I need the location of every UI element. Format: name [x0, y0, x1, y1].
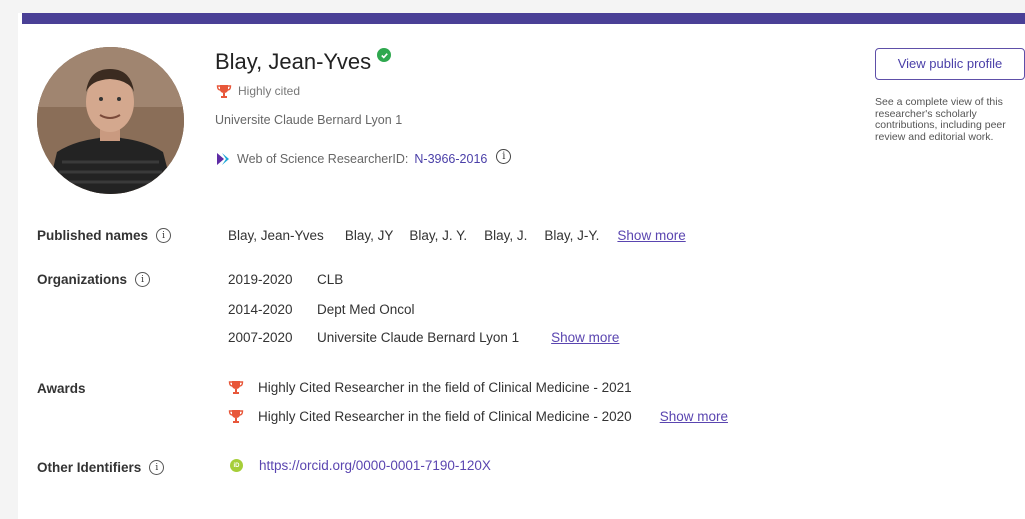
awards-label: Awards — [37, 381, 86, 396]
researcher-id-label: Web of Science ResearcherID: — [237, 152, 409, 166]
organization-item: 2007-2020 Universite Claude Bernard Lyon… — [228, 330, 619, 345]
organization-item: 2014-2020 Dept Med Oncol — [228, 302, 415, 317]
info-icon[interactable]: i — [496, 148, 512, 164]
public-profile-description: See a complete view of this researcher's… — [875, 96, 1006, 143]
web-of-science-logo — [217, 153, 229, 165]
awards-label-text: Awards — [37, 381, 86, 396]
organization-years: 2007-2020 — [228, 330, 293, 345]
published-names-label-text: Published names — [37, 228, 149, 243]
organization-name: Dept Med Oncol — [317, 302, 415, 317]
researcher-name: Blay, Jean-Yves — [215, 48, 392, 75]
info-icon[interactable]: i — [135, 272, 151, 287]
published-names-label: Published names i — [37, 228, 172, 243]
organization-years: 2014-2020 — [228, 302, 293, 317]
check-circle-icon — [377, 48, 392, 62]
other-identifiers-label: Other Identifiers i — [37, 460, 165, 475]
researcher-id-value[interactable]: N-3966-2016 — [414, 152, 487, 166]
affiliation: Universite Claude Bernard Lyon 1 — [215, 113, 403, 127]
organization-name: Universite Claude Bernard Lyon 1 — [317, 330, 520, 345]
trophy-icon — [228, 381, 244, 394]
profile-card: Blay, Jean-Yves Highly cited Universite … — [18, 13, 1025, 519]
award-item: Highly Cited Researcher in the field of … — [228, 379, 632, 395]
organization-years: 2019-2020 — [228, 272, 293, 287]
trophy-icon — [228, 410, 244, 423]
organization-item: 2019-2020 CLB — [228, 272, 343, 287]
award-text: Highly Cited Researcher in the field of … — [258, 379, 632, 395]
highly-cited-label: Highly cited — [238, 84, 301, 98]
other-identifiers-label-text: Other Identifiers — [37, 460, 142, 475]
awards-show-more-link[interactable]: Show more — [660, 409, 728, 424]
orcid-row: iD https://orcid.org/0000-0001-7190-120X — [230, 458, 491, 473]
published-name: Blay, J. Y. — [409, 228, 468, 243]
researcher-id-row: Web of Science ResearcherID: N-3966-2016… — [215, 148, 512, 167]
award-item: Highly Cited Researcher in the field of … — [228, 408, 728, 424]
info-icon[interactable]: i — [156, 228, 172, 243]
trophy-icon — [216, 85, 232, 98]
orcid-link[interactable]: https://orcid.org/0000-0001-7190-120X — [259, 458, 491, 473]
highly-cited-badge: Highly cited — [216, 83, 300, 99]
published-name: Blay, J. — [484, 228, 528, 243]
researcher-name-text: Blay, Jean-Yves — [215, 49, 372, 74]
orcid-icon: iD — [230, 459, 243, 472]
info-icon[interactable]: i — [149, 460, 165, 475]
organizations-label-text: Organizations — [37, 272, 128, 287]
award-text: Highly Cited Researcher in the field of … — [258, 408, 632, 424]
organizations-show-more-link[interactable]: Show more — [551, 330, 619, 345]
published-name: Blay, JY — [344, 228, 394, 243]
published-names-list: Blay, Jean-Yves Blay, JY Blay, J. Y. Bla… — [228, 228, 686, 243]
published-names-show-more-link[interactable]: Show more — [617, 228, 685, 243]
organizations-label: Organizations i — [37, 272, 151, 287]
published-name: Blay, Jean-Yves — [228, 228, 324, 243]
top-accent-bar — [22, 13, 1025, 24]
view-public-profile-button[interactable]: View public profile — [875, 48, 1025, 80]
avatar — [37, 47, 184, 194]
organization-name: CLB — [317, 272, 344, 287]
published-name: Blay, J-Y. — [544, 228, 600, 243]
